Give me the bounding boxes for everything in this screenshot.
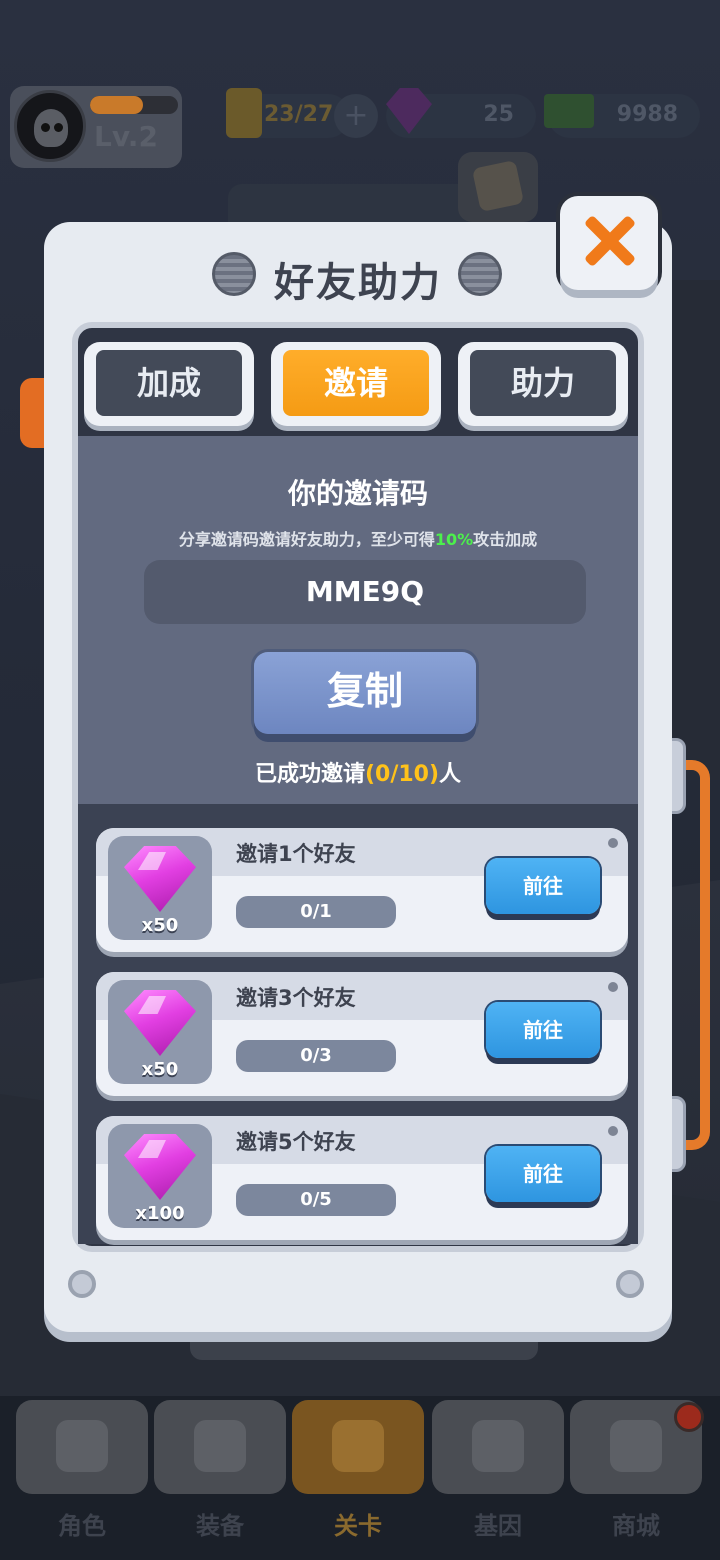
add-energy-button[interactable]: + [334,94,378,138]
close-icon [582,214,636,268]
list-item: x50 邀请3个好友 0/3 前往 [96,972,628,1096]
reward-quantity: x50 [141,915,179,936]
corner-dot [608,838,618,848]
copy-button[interactable]: 复制 [254,652,476,734]
nav-stage-label: 关卡 [334,1512,382,1540]
cash-icon [544,94,594,128]
gem-counter[interactable]: 25 [386,88,536,138]
skull-icon [56,1420,108,1472]
nav-gene-label: 基因 [474,1512,522,1540]
screw-icon [616,1270,644,1298]
corner-dot [608,1126,618,1136]
player-level: Lv.2 [94,120,158,153]
dice-icon [471,159,525,213]
nav-stage-button[interactable] [292,1400,424,1494]
nav-shop-label: 商城 [612,1512,660,1540]
map-pin-icon [332,1420,384,1472]
task-title: 邀请5个好友 [236,1130,356,1154]
bottom-navigation: 角色 装备 关卡 基因 商城 [0,1396,720,1560]
player-profile[interactable]: Lv.2 [10,86,182,168]
corner-dot [608,982,618,992]
avatar [14,90,86,162]
invited-count-prefix: 已成功邀请 [254,762,365,787]
invite-section: 你的邀请码 分享邀请码邀请好友助力，至少可得10%攻击加成 MME9Q 复制 已… [78,436,638,804]
skull-eye-icon [54,123,63,132]
tab-bar: 加成 邀请 助力 [84,336,644,432]
invited-count-suffix: 人 [439,762,462,787]
nav-character-button[interactable] [16,1400,148,1494]
invited-count: 已成功邀请(0/10)人 [78,756,638,788]
nav-equipment-label: 装备 [196,1512,244,1540]
reward-quantity: x50 [141,1059,179,1080]
reward-quantity: x100 [135,1203,185,1224]
reward-slot: x50 [108,836,212,940]
nav-character-label: 角色 [58,1512,106,1540]
close-button[interactable] [560,196,658,290]
tab-invite-label: 邀请 [283,350,429,416]
task-progress-bar: 0/5 [236,1184,396,1216]
invite-code[interactable]: MME9Q [144,560,586,624]
friend-assist-popup: 好友助力 加成 邀请 助力 你的邀请码 分享邀请码邀请好友助力，至少可得10%攻… [44,222,672,1332]
nav-equipment-button[interactable] [154,1400,286,1494]
invite-description-text: 分享邀请码邀请好友助力，至少可得 [178,530,435,549]
task-progress-text: 0/1 [300,901,332,922]
energy-value: 23/27 [264,102,334,127]
invite-code-heading: 你的邀请码 [287,477,428,510]
invite-reward-list: x50 邀请1个好友 0/1 前往 x50 邀请3个好友 0/3 前往 x100… [78,804,638,1244]
gun-icon [194,1420,246,1472]
task-title: 邀请3个好友 [236,986,356,1010]
bonus-percentage: 10% [434,530,474,549]
tab-bonus[interactable]: 加成 [84,342,254,426]
popup-content-panel: 加成 邀请 助力 你的邀请码 分享邀请码邀请好友助力，至少可得10%攻击加成 M… [72,322,644,1252]
tab-bonus-label: 加成 [96,350,242,416]
invite-description: 分享邀请码邀请好友助力，至少可得10%攻击加成 [78,526,638,550]
go-button[interactable]: 前往 [486,1146,600,1202]
tab-invite[interactable]: 邀请 [271,342,441,426]
go-button[interactable]: 前往 [486,858,600,914]
invited-count-value: (0/10) [364,762,440,787]
gem-value: 25 [483,102,514,127]
notification-badge [674,1402,704,1432]
skull-eye-icon [41,123,50,132]
battery-icon [226,88,262,138]
xp-bar [90,96,178,114]
task-progress-text: 0/3 [300,1045,332,1066]
reward-slot: x100 [108,1124,212,1228]
xp-bar-fill [90,96,143,114]
cash-counter[interactable]: 9988 [544,94,700,138]
top-hud: Lv.2 23/27 + 25 9988 [0,84,720,174]
task-progress-bar: 0/1 [236,896,396,928]
tab-assist-label: 助力 [470,350,616,416]
tab-assist[interactable]: 助力 [458,342,628,426]
nav-gene-button[interactable] [432,1400,564,1494]
cash-value: 9988 [616,102,678,127]
go-button[interactable]: 前往 [486,1002,600,1058]
list-item: x100 邀请5个好友 0/5 前往 [96,1116,628,1240]
reward-slot: x50 [108,980,212,1084]
screw-icon [68,1270,96,1298]
task-progress-bar: 0/3 [236,1040,396,1072]
task-title: 邀请1个好友 [236,842,356,866]
gem-icon [386,88,432,134]
list-item: x50 邀请1个好友 0/1 前往 [96,828,628,952]
task-progress-text: 0/5 [300,1189,332,1210]
dice-button[interactable] [458,152,538,222]
shop-icon [610,1420,662,1472]
energy-counter[interactable]: 23/27 [226,88,350,138]
invite-description-suffix: 攻击加成 [473,530,538,549]
lock-icon [472,1420,524,1472]
